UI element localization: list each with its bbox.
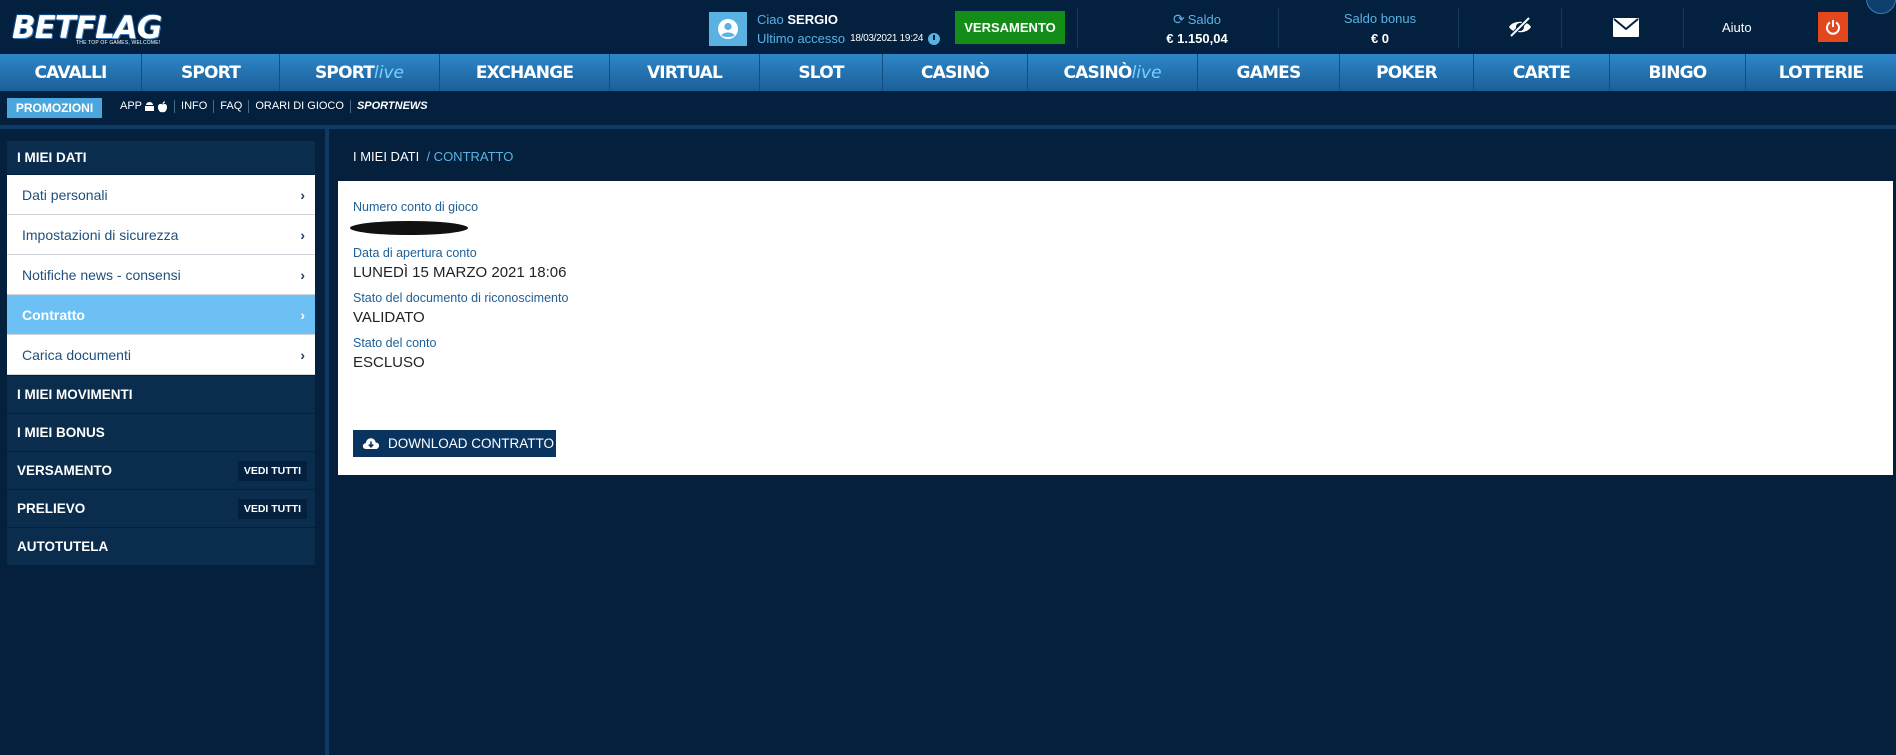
logout-power-icon[interactable] [1818, 12, 1848, 42]
divider [0, 125, 1896, 129]
nav-exchange[interactable]: EXCHANGE [440, 54, 610, 91]
last-access: Ultimo accesso 18/03/2021 19:24 [757, 31, 941, 46]
sidebar-item-label: Contratto [22, 306, 85, 323]
nav-poker[interactable]: POKER [1340, 54, 1474, 91]
divider [1077, 8, 1078, 48]
bonus-balance-value: € 0 [1370, 31, 1390, 46]
sub-links: APP INFO FAQ ORARI DI GIOCO SPORTNEWS [120, 100, 434, 113]
sportnews-link[interactable]: SPORTNEWS [351, 100, 434, 113]
nav-carte[interactable]: CARTE [1474, 54, 1610, 91]
sidebar-item-label: Carica documenti [22, 346, 131, 363]
opening-date-label: Data di apertura conto [353, 246, 477, 260]
download-contract-button[interactable]: DOWNLOAD CONTRATTO [353, 430, 556, 457]
nav-sport[interactable]: SPORT [142, 54, 280, 91]
breadcrumb-root[interactable]: I MIEI DATI [353, 149, 419, 164]
mail-icon[interactable] [1613, 18, 1639, 37]
balance-value: € 1.150,04 [1166, 31, 1228, 46]
faq-link[interactable]: FAQ [214, 100, 250, 113]
vedi-tutti-button[interactable]: VEDI TUTTI [237, 460, 307, 481]
divider [1561, 8, 1562, 48]
nav-virtual[interactable]: VIRTUAL [610, 54, 760, 91]
sidebar-section-title[interactable]: I MIEI DATI [7, 141, 315, 175]
refresh-icon[interactable]: ⟳ [1173, 11, 1185, 28]
deposit-button[interactable]: VERSAMENTO [955, 11, 1065, 44]
sidebar-section-label: AUTOTUTELA [17, 539, 109, 554]
divider [1278, 8, 1279, 48]
nav-sport-live[interactable]: SPORT live [280, 54, 440, 91]
info-link[interactable]: INFO [175, 100, 215, 113]
help-link[interactable]: Aiuto [1722, 20, 1752, 35]
scroll-top-button[interactable] [1866, 0, 1896, 14]
main-navigation: CAVALLI SPORT SPORT live EXCHANGE VIRTUAL… [0, 54, 1896, 91]
sidebar-section-prelievo[interactable]: PRELIEVO VEDI TUTTI [7, 489, 315, 527]
id-status-label: Stato del documento di riconoscimento [353, 291, 569, 305]
nav-lotterie[interactable]: LOTTERIE [1746, 54, 1896, 91]
sidebar-item-notifiche[interactable]: Notifiche news - consensi › [7, 255, 315, 295]
chevron-right-icon: › [300, 226, 305, 243]
app-label: APP [120, 100, 143, 112]
nav-cavalli[interactable]: CAVALLI [0, 54, 142, 91]
android-icon [145, 101, 155, 111]
sidebar-section-label: VERSAMENTO [17, 463, 113, 478]
account-number-label: Numero conto di gioco [353, 200, 479, 214]
breadcrumb-current: / CONTRATTO [426, 149, 514, 164]
chevron-right-icon: › [300, 306, 305, 323]
betflag-logo[interactable]: BETFLAG THE TOP OF GAMES, WELCOME! [10, 8, 162, 48]
nav-casino[interactable]: CASINÒ [883, 54, 1028, 91]
nav-bingo[interactable]: BINGO [1610, 54, 1746, 91]
last-access-label: Ultimo accesso [757, 31, 846, 46]
user-avatar-icon[interactable] [709, 12, 747, 46]
hide-balance-eye-icon[interactable] [1508, 16, 1532, 38]
opening-date-value: LUNEDÌ 15 MARZO 2021 18:06 [353, 264, 567, 281]
nav-slot[interactable]: SLOT [760, 54, 883, 91]
account-sidebar: I MIEI DATI Dati personali › Impostazioni… [7, 141, 315, 565]
last-access-date: 18/03/2021 19:24 [850, 33, 924, 44]
orari-di-gioco-link[interactable]: ORARI DI GIOCO [249, 100, 351, 113]
sidebar-section-autotutela[interactable]: AUTOTUTELA [7, 527, 315, 565]
balance-label[interactable]: ⟳ Saldo [1142, 11, 1252, 28]
chevron-right-icon: › [300, 346, 305, 363]
sidebar-item-label: Impostazioni di sicurezza [22, 226, 179, 243]
breadcrumb: I MIEI DATI / CONTRATTO [353, 149, 513, 164]
promozioni-button[interactable]: PROMOZIONI [7, 98, 102, 118]
download-contract-label: DOWNLOAD CONTRATTO [388, 436, 555, 451]
divider [1458, 8, 1459, 48]
sidebar-section-versamento[interactable]: VERSAMENTO VEDI TUTTI [7, 451, 315, 489]
sidebar-section-label: PRELIEVO [17, 501, 86, 516]
redacted-account-number [350, 221, 468, 235]
balance-label-text: Saldo [1187, 12, 1221, 27]
logo-tagline: THE TOP OF GAMES, WELCOME! [76, 40, 161, 46]
id-status-value: VALIDATO [353, 309, 425, 326]
apple-icon [157, 100, 168, 112]
top-header: BETFLAG THE TOP OF GAMES, WELCOME! Ciao … [0, 0, 1896, 54]
sidebar-section-bonus[interactable]: I MIEI BONUS [7, 413, 315, 451]
sidebar-item-label: Notifiche news - consensi [22, 266, 181, 283]
sidebar-item-impostazioni-sicurezza[interactable]: Impostazioni di sicurezza › [7, 215, 315, 255]
chevron-right-icon: › [300, 186, 305, 203]
account-status-value: ESCLUSO [353, 354, 425, 371]
account-status-label: Stato del conto [353, 336, 437, 350]
vedi-tutti-button[interactable]: VEDI TUTTI [237, 498, 307, 519]
greeting: Ciao SERGIO [757, 12, 838, 27]
sidebar-section-label: I MIEI MOVIMENTI [17, 387, 133, 402]
divider [1683, 8, 1684, 48]
app-link[interactable]: APP [120, 100, 176, 113]
nav-casino-live[interactable]: CASINÒ live [1028, 54, 1198, 91]
username: SERGIO [787, 12, 838, 27]
sidebar-section-movimenti[interactable]: I MIEI MOVIMENTI [7, 375, 315, 413]
greeting-prefix: Ciao [757, 12, 784, 27]
bonus-balance-label: Saldo bonus [1343, 11, 1417, 26]
sidebar-item-dati-personali[interactable]: Dati personali › [7, 175, 315, 215]
sidebar-item-carica-documenti[interactable]: Carica documenti › [7, 335, 315, 375]
nav-games[interactable]: GAMES [1198, 54, 1340, 91]
chevron-right-icon: › [300, 266, 305, 283]
sidebar-item-contratto[interactable]: Contratto › [7, 295, 315, 335]
sidebar-item-label: Dati personali [22, 186, 108, 203]
cloud-download-icon [362, 438, 380, 449]
contract-panel: Numero conto di gioco Data di apertura c… [338, 181, 1893, 475]
sidebar-section-label: I MIEI BONUS [17, 425, 105, 440]
divider [325, 129, 329, 755]
clock-icon[interactable] [928, 32, 941, 45]
